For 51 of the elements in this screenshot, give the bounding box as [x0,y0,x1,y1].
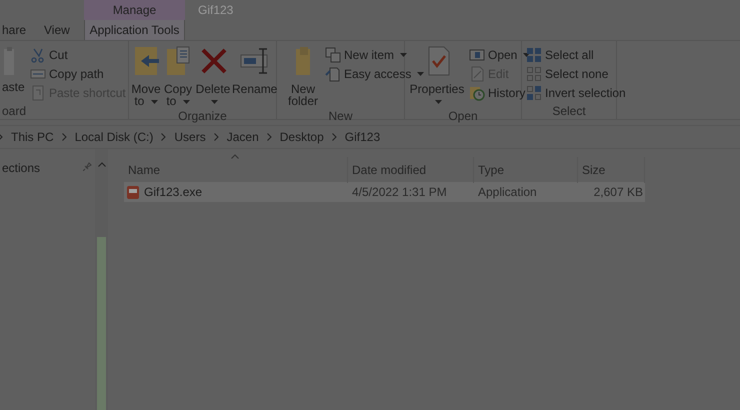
ribbon-group-label: New [327,108,354,124]
ribbon-small-button[interactable]: New item [325,47,424,63]
chevron-icon [161,133,166,141]
scroll-up-icon[interactable] [98,162,106,167]
ribbon-group-label: oard [1,103,28,119]
ribbon-tab[interactable]: Application Tools [84,20,185,40]
breadcrumb-item[interactable]: Desktop [278,128,326,146]
window-title: Gif123 [198,2,234,19]
ribbon-group-label: Organize [177,108,228,124]
scrollbar-thumb[interactable] [97,237,106,410]
context-tab-label: Manage [84,0,185,20]
ribbon-small-button[interactable]: Easy access [325,66,424,82]
file-size: 2,607 KB [592,184,644,201]
ribbon-small-button[interactable]: Cut [30,47,126,63]
ribbon-group-label: Open [447,108,479,124]
file-row[interactable]: Gif123.exe 4/5/2022 1:31 PM Application 2,607 KB [124,182,645,202]
breadcrumb-item[interactable]: Gif123 [342,128,382,146]
breadcrumb-item[interactable]: Jacen [224,128,261,146]
scissors-icon [30,47,46,63]
breadcrumb-item[interactable]: Users [172,128,208,146]
grid-icon [526,47,542,63]
application-icon [126,184,140,200]
move-to-button[interactable]: Move to [131,45,161,107]
breadcrumb-item[interactable]: This PC [9,128,56,146]
rename-button[interactable]: Rename [232,45,276,95]
nav-item[interactable]: ections [2,159,77,177]
ribbon-small-button[interactable]: Copy path [30,66,126,82]
ribbon-small-button[interactable]: History [469,85,530,101]
breadcrumb-item[interactable]: Local Disk (C:) [72,128,156,146]
page-pencil-icon [469,66,485,82]
chevron-icon [62,133,67,141]
delete-button[interactable]: Delete [195,45,231,107]
file-type: Application [477,184,538,201]
empty-grid-icon [526,66,542,82]
invert-grid-icon [526,85,542,101]
clipboard-icon [30,85,46,101]
window-icon [469,47,485,63]
chevron-icon [332,133,337,141]
pin-icon [83,162,92,171]
chevron-icon [266,133,272,141]
page-icon [325,66,341,82]
ribbon-group-label: Select [551,103,587,119]
new-item-icon [325,47,341,63]
copy-to-button[interactable]: Copy to [162,45,194,107]
paste-button[interactable]: aste [2,45,24,93]
clock-icon [469,85,485,101]
new-folder-button[interactable]: New folder [285,45,321,107]
chevron-icon [214,133,219,141]
file-date: 4/5/2022 1:31 PM [351,184,448,201]
file-name: Gif123.exe [144,184,202,201]
clipboard-icon [4,47,14,75]
